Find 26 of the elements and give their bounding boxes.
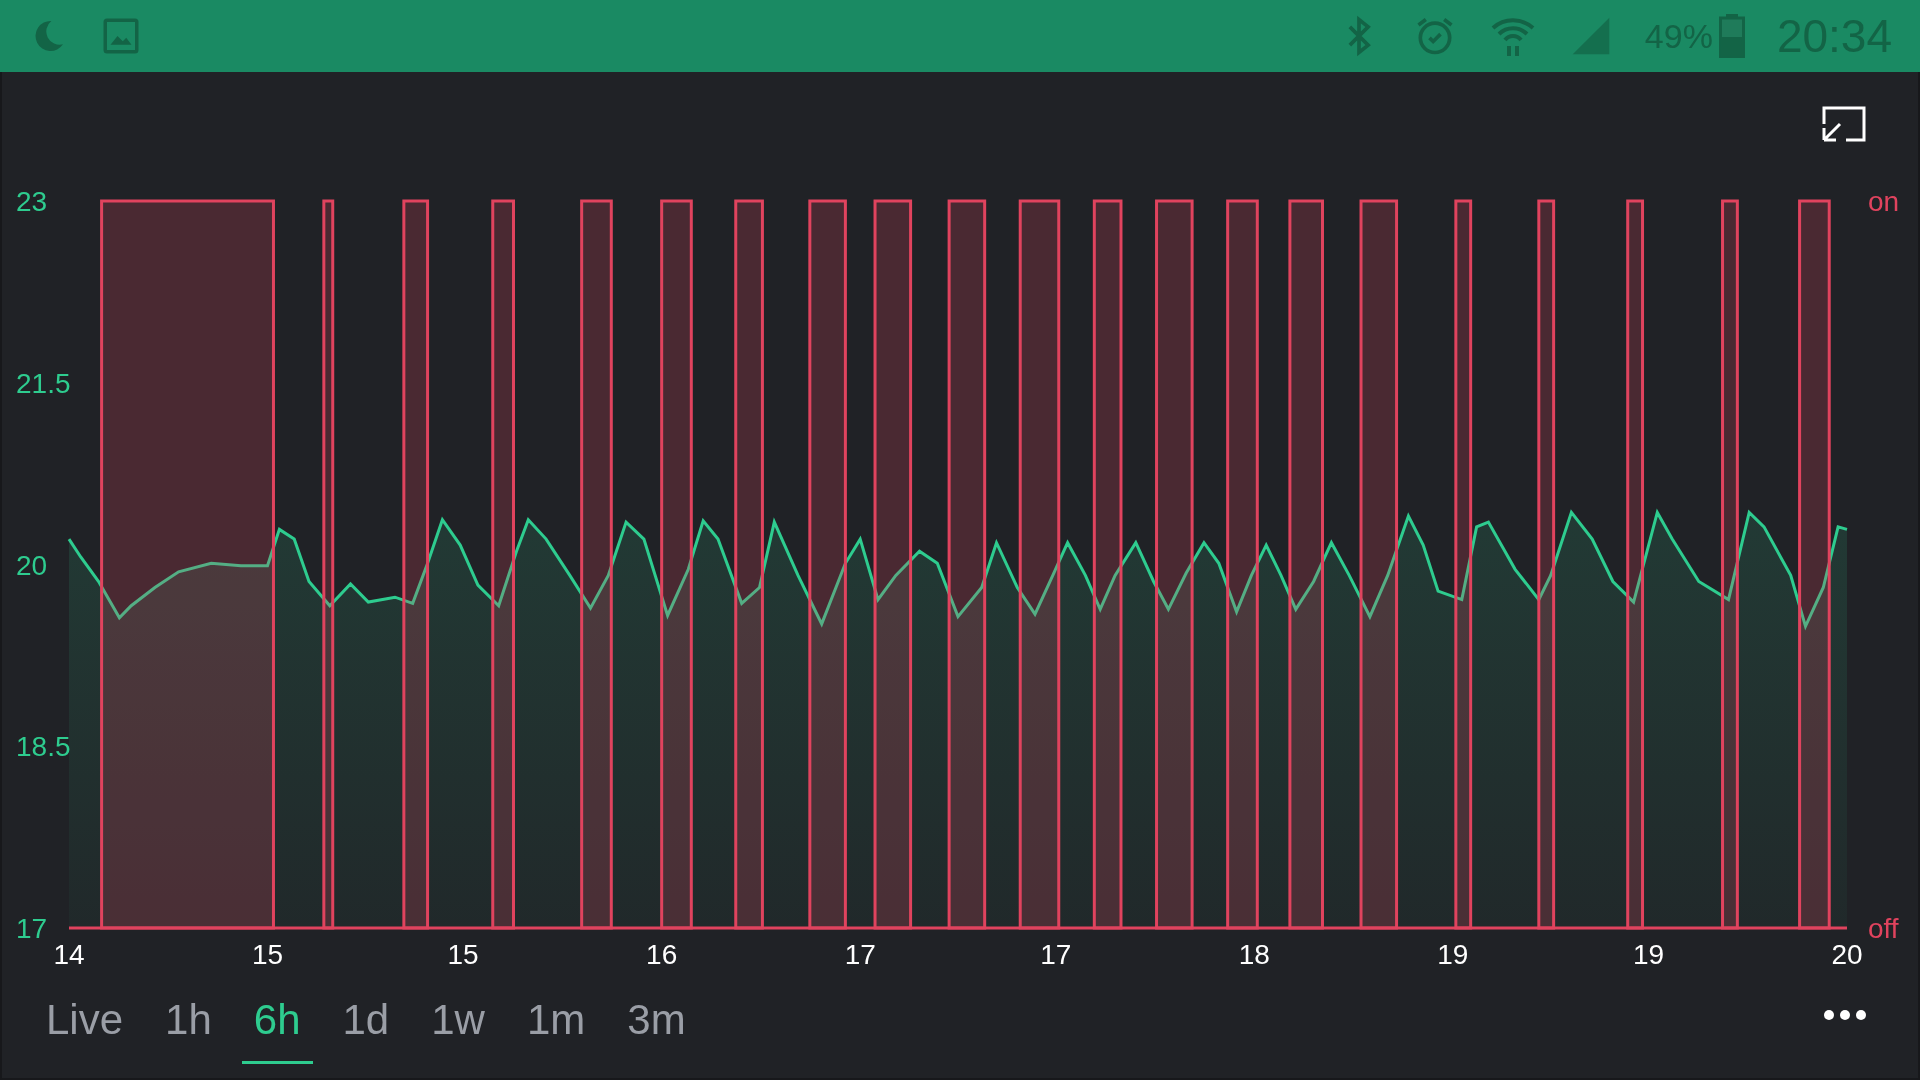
x-axis-label: 20 bbox=[1831, 939, 1863, 970]
more-icon[interactable] bbox=[1824, 1010, 1866, 1020]
battery-icon bbox=[1718, 14, 1745, 58]
state-axis-label: on bbox=[1868, 186, 1900, 217]
y-axis-label: 23 bbox=[16, 186, 48, 217]
range-tab[interactable]: 1m bbox=[514, 988, 598, 1064]
y-axis-label: 21.5 bbox=[16, 367, 71, 399]
range-tab[interactable]: 6h bbox=[241, 988, 313, 1064]
range-tab[interactable]: 1h bbox=[153, 988, 224, 1064]
x-axis-label: 17 bbox=[844, 939, 876, 970]
x-axis-label: 18 bbox=[1238, 939, 1270, 970]
range-tab[interactable]: 3m bbox=[615, 988, 698, 1064]
x-axis-label: 14 bbox=[53, 939, 85, 970]
x-axis-label: 15 bbox=[447, 939, 479, 970]
x-axis-label: 15 bbox=[251, 939, 284, 970]
range-tab[interactable]: Live bbox=[34, 988, 136, 1064]
y-axis-label: 20 bbox=[16, 549, 48, 581]
y-axis-label: 18.5 bbox=[16, 731, 71, 763]
x-axis-label: 17 bbox=[1040, 939, 1072, 970]
range-tab[interactable]: 1w bbox=[419, 988, 497, 1064]
x-axis-label: 19 bbox=[1437, 939, 1469, 970]
state-axis-label: off bbox=[1868, 913, 1899, 944]
y-axis-label: 17 bbox=[16, 913, 48, 944]
x-axis-label: 16 bbox=[646, 939, 678, 970]
range-tab[interactable]: 1d bbox=[330, 988, 402, 1064]
x-axis-label: 19 bbox=[1632, 939, 1665, 970]
